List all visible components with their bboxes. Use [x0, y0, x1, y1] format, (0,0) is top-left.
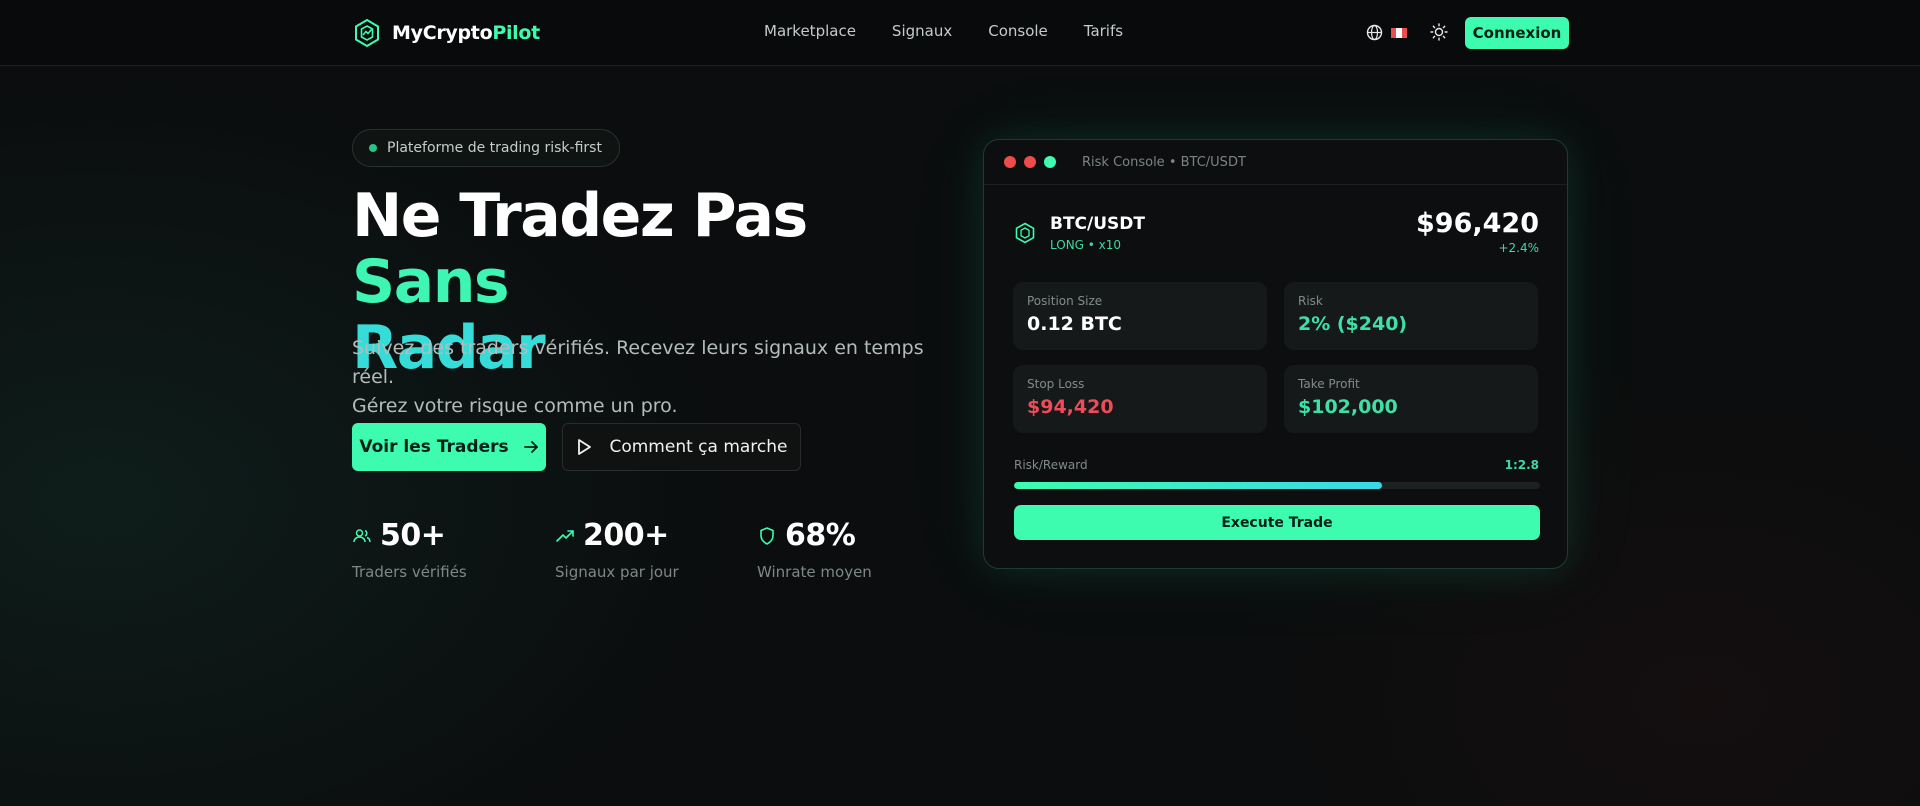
stat-value: 68% [785, 518, 856, 553]
hero-title-part1: Ne Tradez Pas [352, 181, 808, 251]
risk-console-card: Risk Console • BTC/USDT BTC/USDT LONG • … [983, 139, 1568, 569]
console-window-bar: Risk Console • BTC/USDT [984, 140, 1567, 185]
tile-stop-loss: Stop Loss $94,420 [1013, 365, 1267, 433]
main-nav: Marketplace Signaux Console Tarifs [764, 22, 1123, 40]
badge-text: Plateforme de trading risk-first [387, 140, 602, 156]
brand-logo[interactable]: MyCryptoPilot [352, 18, 540, 48]
price-display: $96,420 +2.4% [1416, 208, 1539, 255]
shield-icon [760, 526, 774, 545]
console-window-title: Risk Console • BTC/USDT [1082, 154, 1246, 170]
stat-traders: 50+ Traders vérifiés [352, 518, 552, 581]
how-it-works-label: Comment ça marche [609, 437, 788, 457]
tile-value: 0.12 BTC [1027, 313, 1122, 335]
stat-winrate: 68% Winrate moyen [757, 518, 957, 581]
sun-icon[interactable] [1430, 23, 1448, 41]
window-dot-minimize[interactable] [1024, 156, 1036, 168]
trending-up-icon [556, 529, 574, 542]
position-side: LONG • x10 [1050, 238, 1122, 252]
tile-value: $94,420 [1027, 396, 1114, 418]
how-it-works-button[interactable]: Comment ça marche [562, 423, 801, 471]
view-traders-label: Voir les Traders [359, 437, 509, 457]
hero-title-part2: Sans [352, 247, 510, 317]
nav-tarifs[interactable]: Tarifs [1084, 22, 1123, 40]
language-selector[interactable] [1366, 24, 1407, 41]
top-navbar: MyCryptoPilot Marketplace Signaux Consol… [0, 0, 1920, 66]
hero-subtitle-line1: Suivez des traders vérifiés. Recevez leu… [352, 337, 924, 388]
risk-reward-value: 1:2.8 [1504, 458, 1539, 472]
hero-subtitle-line2: Gérez votre risque comme un pro. [352, 395, 678, 417]
hero-subtitle: Suivez des traders vérifiés. Recevez leu… [352, 334, 952, 421]
stat-label: Winrate moyen [757, 563, 872, 581]
window-dot-close[interactable] [1004, 156, 1016, 168]
hero-badge: Plateforme de trading risk-first [352, 129, 620, 167]
play-icon [578, 439, 592, 455]
tile-label: Stop Loss [1027, 377, 1085, 391]
login-button[interactable]: Connexion [1465, 17, 1569, 49]
badge-dot [369, 144, 377, 152]
globe-icon [1366, 24, 1383, 41]
stat-label: Signaux par jour [555, 563, 679, 581]
price-change: +2.4% [1498, 241, 1539, 255]
view-traders-button[interactable]: Voir les Traders [352, 423, 546, 471]
tile-take-profit: Take Profit $102,000 [1284, 365, 1538, 433]
tile-label: Take Profit [1298, 377, 1360, 391]
trading-pair: BTC/USDT LONG • x10 [1014, 214, 1145, 252]
stat-value: 200+ [583, 518, 669, 553]
stat-label: Traders vérifiés [352, 563, 467, 581]
tile-risk: Risk 2% ($240) [1284, 282, 1538, 350]
risk-reward-bar [1014, 482, 1540, 489]
tile-label: Position Size [1027, 294, 1103, 308]
tile-position-size: Position Size 0.12 BTC [1013, 282, 1267, 350]
execute-trade-button[interactable]: Execute Trade [1014, 505, 1540, 540]
brand-name: MyCryptoPilot [392, 22, 540, 44]
price-value: $96,420 [1416, 208, 1539, 239]
pair-name: BTC/USDT [1050, 214, 1145, 234]
tile-value: $102,000 [1298, 396, 1398, 418]
tile-label: Risk [1298, 294, 1323, 308]
logo-hexagon-icon [355, 18, 379, 48]
risk-reward-label: Risk/Reward [1014, 458, 1088, 472]
risk-reward-fill [1014, 482, 1383, 489]
tile-value: 2% ($240) [1298, 313, 1408, 335]
window-dot-maximize[interactable] [1044, 156, 1056, 168]
stat-value: 50+ [380, 518, 446, 553]
users-icon [353, 528, 371, 542]
stat-signals: 200+ Signaux par jour [555, 518, 755, 581]
nav-console[interactable]: Console [988, 22, 1048, 40]
nav-marketplace[interactable]: Marketplace [764, 22, 856, 40]
flag-icon [1391, 27, 1407, 38]
nav-signaux[interactable]: Signaux [892, 22, 952, 40]
pair-hexagon-icon [1015, 222, 1035, 244]
arrow-right-icon [523, 441, 538, 453]
